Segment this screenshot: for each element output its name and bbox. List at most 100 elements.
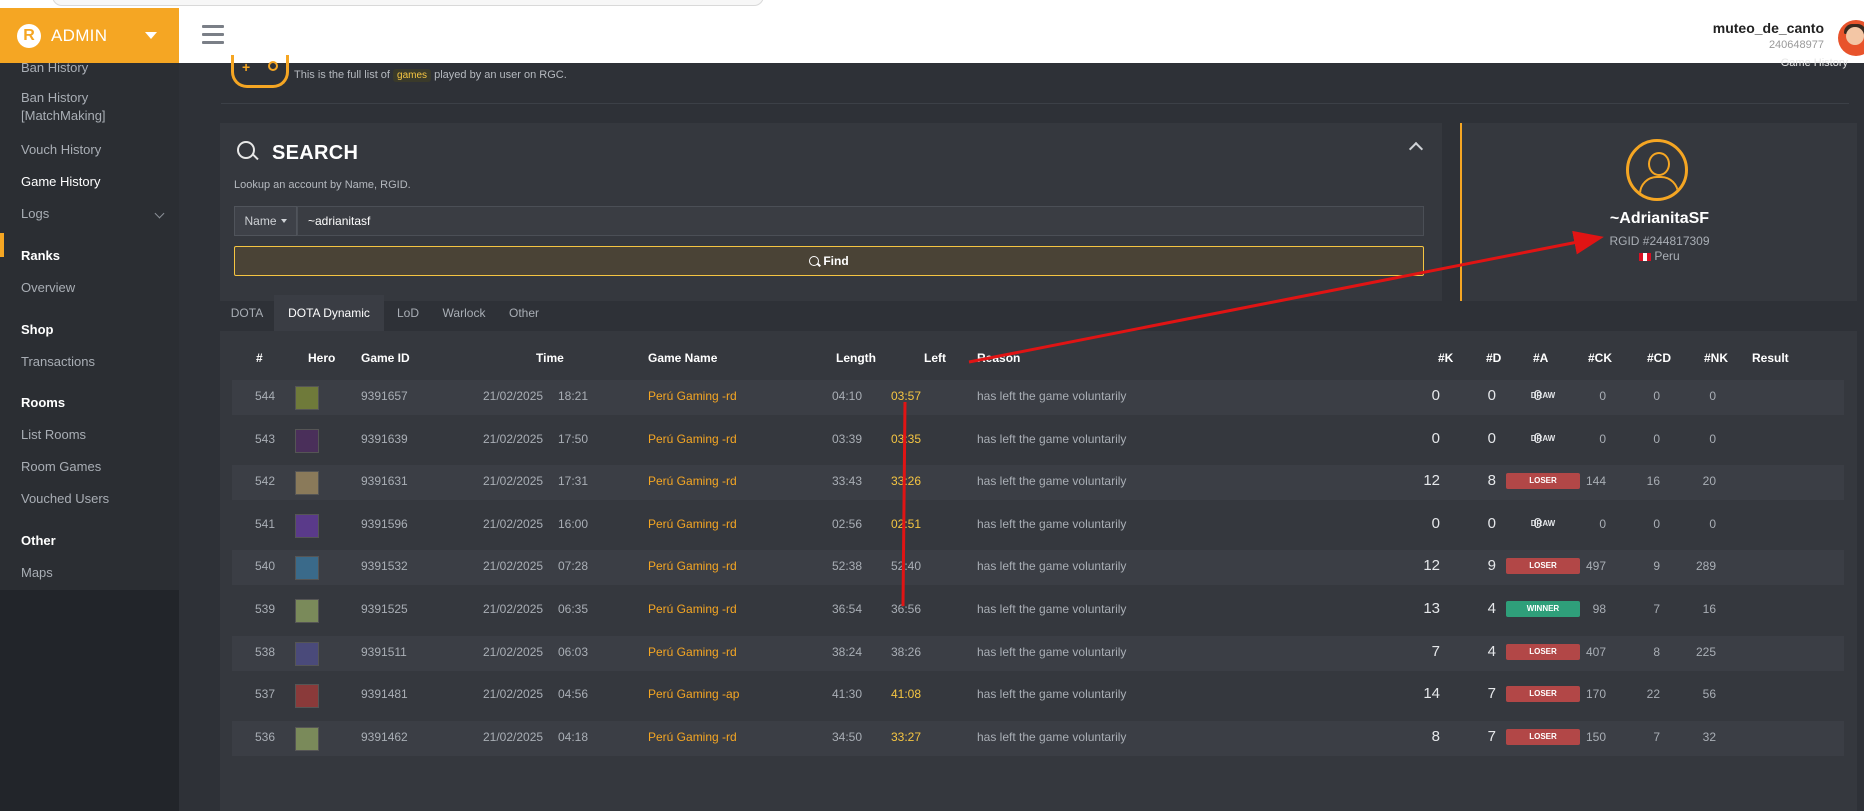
tab-dota[interactable]: DOTA bbox=[220, 295, 274, 331]
cell-game-id[interactable]: 9391481 bbox=[361, 687, 408, 701]
hamburger-menu-icon[interactable] bbox=[202, 25, 224, 49]
column-header: Length bbox=[836, 351, 876, 365]
cell-game-id[interactable]: 9391525 bbox=[361, 602, 408, 616]
table-row[interactable]: 539 9391525 21/02/2025 06:35 Perú Gaming -rd… bbox=[232, 593, 1844, 628]
user-menu[interactable]: muteo_de_canto 240648977 bbox=[1713, 20, 1824, 51]
sidebar-item-overview[interactable]: Overview bbox=[21, 280, 75, 295]
cell-game-id[interactable]: 9391657 bbox=[361, 389, 408, 403]
profile-rgid: RGID #244817309 bbox=[1609, 234, 1710, 248]
hero-icon[interactable] bbox=[295, 556, 319, 581]
cell-date: 21/02/2025 bbox=[483, 431, 544, 446]
table-row[interactable]: 541 9391596 21/02/2025 16:00 Perú Gaming -rd… bbox=[232, 508, 1844, 543]
cell-time: 17:31 bbox=[558, 474, 589, 489]
hero-icon[interactable] bbox=[295, 684, 319, 709]
sidebar-item-list-rooms[interactable]: List Rooms bbox=[21, 427, 86, 442]
cell-game-id[interactable]: 9391462 bbox=[361, 730, 408, 744]
cell-nk: 225 bbox=[1695, 644, 1716, 659]
search-title: SEARCH bbox=[272, 142, 359, 164]
cell-date: 21/02/2025 bbox=[483, 729, 544, 744]
table-row[interactable]: 544 9391657 21/02/2025 18:21 Perú Gaming -rd… bbox=[232, 380, 1844, 415]
cell-game-id[interactable]: 9391532 bbox=[361, 559, 408, 573]
brand-menu[interactable]: R ADMIN bbox=[0, 8, 179, 63]
cell-cd: 0 bbox=[1653, 389, 1660, 403]
cell-num: 543 bbox=[254, 431, 275, 446]
hero-icon[interactable] bbox=[295, 599, 319, 623]
find-button[interactable]: Find bbox=[234, 246, 1424, 276]
cell-game-name[interactable]: Perú Gaming -rd bbox=[648, 389, 737, 403]
sidebar-item-vouch-history[interactable]: Vouch History bbox=[21, 142, 101, 157]
sidebar-item-game-history[interactable]: Game History bbox=[21, 174, 100, 189]
sidebar-item-transactions[interactable]: Transactions bbox=[21, 354, 95, 369]
search-icon bbox=[809, 256, 820, 266]
tab-lod[interactable]: LoD bbox=[384, 295, 432, 331]
cell-left: 02:51 bbox=[890, 516, 921, 531]
table-row[interactable]: 536 9391462 21/02/2025 04:18 Perú Gaming -rd… bbox=[232, 720, 1844, 756]
hero-icon[interactable] bbox=[295, 641, 319, 666]
table-row[interactable]: 537 9391481 21/02/2025 04:56 Perú Gaming -ap… bbox=[232, 678, 1844, 713]
chevron-up-icon[interactable] bbox=[1408, 141, 1424, 157]
table-row[interactable]: 540 9391532 21/02/2025 07:28 Perú Gaming -rd… bbox=[232, 550, 1844, 586]
browser-address-bar[interactable] bbox=[52, 0, 764, 6]
sidebar-item-logs[interactable]: Logs bbox=[21, 206, 49, 221]
cell-game-name[interactable]: Perú Gaming -rd bbox=[648, 559, 737, 573]
search-subtitle: Lookup an account by Name, RGID. bbox=[234, 179, 411, 191]
column-header: Game ID bbox=[361, 351, 410, 365]
search-input[interactable]: ~adrianitasf bbox=[297, 206, 1424, 236]
cell-nk: 0 bbox=[1709, 431, 1716, 446]
chevron-down-icon[interactable] bbox=[154, 208, 165, 219]
sidebar-item-ban-history-matchmaking[interactable]: Ban History [MatchMaking] bbox=[21, 89, 106, 125]
hero-icon[interactable] bbox=[295, 428, 319, 453]
cell-left: 41:08 bbox=[890, 687, 921, 702]
sidebar-section-shop: Shop bbox=[21, 322, 54, 337]
cell-date: 21/02/2025 bbox=[483, 644, 544, 659]
sidebar-section-other: Other bbox=[21, 533, 56, 548]
cell-num: 537 bbox=[254, 687, 275, 702]
sidebar-item-room-games[interactable]: Room Games bbox=[21, 459, 101, 474]
main-content: + This is the full list of games played … bbox=[179, 55, 1864, 811]
user-avatar[interactable] bbox=[1838, 20, 1864, 56]
cell-game-name[interactable]: Perú Gaming -rd bbox=[648, 730, 737, 744]
hero-icon[interactable] bbox=[295, 726, 319, 751]
hero-icon[interactable] bbox=[295, 471, 319, 496]
cell-k: 13 bbox=[1423, 600, 1440, 617]
sidebar-item-ban-history[interactable]: Ban History bbox=[21, 60, 88, 75]
cell-game-id[interactable]: 9391511 bbox=[361, 645, 407, 659]
cell-d: 0 bbox=[1487, 514, 1496, 532]
cell-game-id[interactable]: 9391596 bbox=[361, 517, 408, 531]
tab-dota-dynamic[interactable]: DOTA Dynamic bbox=[274, 295, 384, 331]
cell-reason: has left the game voluntarily bbox=[977, 516, 1127, 531]
sidebar-section-rooms: Rooms bbox=[21, 395, 66, 410]
cell-game-name[interactable]: Perú Gaming -rd bbox=[648, 474, 737, 488]
cell-game-name[interactable]: Perú Gaming -ap bbox=[648, 687, 739, 701]
cell-game-id[interactable]: 9391639 bbox=[361, 432, 408, 446]
cell-game-name[interactable]: Perú Gaming -rd bbox=[648, 602, 737, 616]
tab-other[interactable]: Other bbox=[496, 295, 552, 331]
column-header: Game Name bbox=[648, 351, 718, 365]
cell-k: 12 bbox=[1423, 557, 1440, 575]
sidebar-item-vouched-users[interactable]: Vouched Users bbox=[21, 491, 109, 506]
games-table: # Hero Game ID Time Game Name Length Lef… bbox=[220, 331, 1857, 811]
search-type-dropdown[interactable]: Name bbox=[234, 206, 297, 236]
sidebar-item-maps[interactable]: Maps bbox=[21, 565, 53, 580]
cell-length: 41:30 bbox=[831, 687, 862, 702]
cell-cd: 22 bbox=[1646, 687, 1660, 702]
cell-time: 06:03 bbox=[558, 644, 589, 659]
table-row[interactable]: 543 9391639 21/02/2025 17:50 Perú Gaming -rd… bbox=[232, 423, 1844, 458]
search-panel: SEARCH Lookup an account by Name, RGID. … bbox=[220, 123, 1442, 301]
cell-game-name[interactable]: Perú Gaming -rd bbox=[648, 645, 737, 659]
table-row[interactable]: 538 9391511 21/02/2025 06:03 Perú Gaming -rd… bbox=[232, 635, 1844, 671]
column-header: Time bbox=[536, 351, 564, 365]
cell-time: 04:18 bbox=[558, 729, 589, 744]
cell-d: 7 bbox=[1487, 727, 1496, 745]
table-row[interactable]: 542 9391631 21/02/2025 17:31 Perú Gaming -rd… bbox=[232, 465, 1844, 501]
tab-warlock[interactable]: Warlock bbox=[432, 295, 496, 331]
cell-game-name[interactable]: Perú Gaming -rd bbox=[648, 432, 737, 446]
cell-time: 07:28 bbox=[558, 559, 589, 574]
cell-cd: 8 bbox=[1653, 644, 1660, 659]
cell-game-name[interactable]: Perú Gaming -rd bbox=[648, 517, 737, 531]
hero-icon[interactable] bbox=[295, 386, 319, 410]
result-badge: DRAW bbox=[1530, 391, 1556, 400]
hero-icon[interactable] bbox=[295, 513, 319, 538]
sidebar-section-ranks: Ranks bbox=[21, 248, 61, 263]
cell-game-id[interactable]: 9391631 bbox=[361, 474, 408, 488]
